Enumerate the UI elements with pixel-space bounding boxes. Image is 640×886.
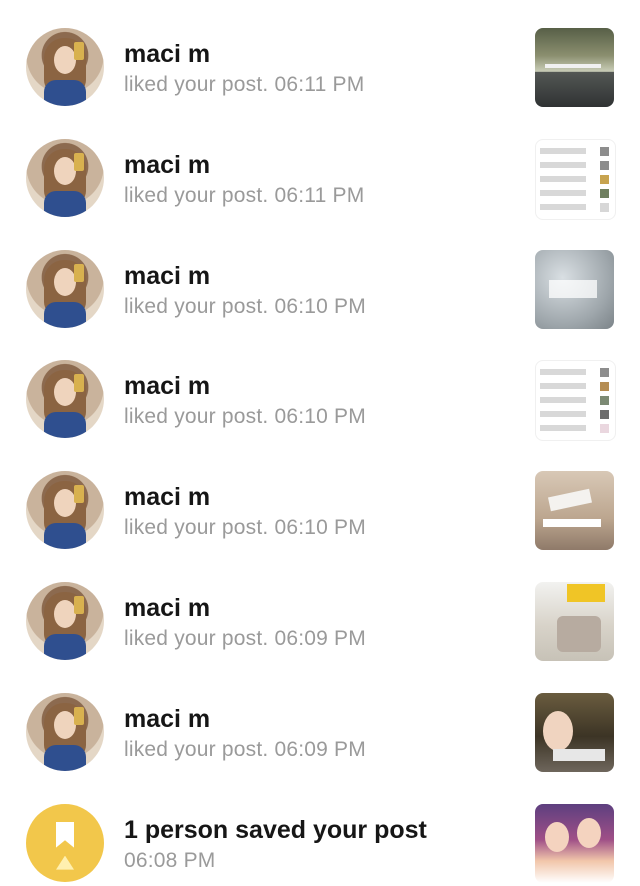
notification-row[interactable]: maci m liked your post. 06:10 PM bbox=[0, 443, 640, 554]
notification-text: liked your post. 06:11 PM bbox=[124, 73, 365, 96]
avatar[interactable] bbox=[26, 28, 104, 106]
user-name: maci m bbox=[124, 261, 211, 290]
notification-text: liked your post. 06:10 PM bbox=[124, 405, 366, 429]
notification-text: liked your post. 06:09 PM bbox=[124, 626, 366, 650]
user-name: maci m bbox=[124, 150, 211, 179]
post-thumbnail[interactable] bbox=[535, 803, 614, 883]
avatar[interactable] bbox=[26, 138, 104, 217]
notification-row[interactable]: maci m liked your post. 06:11 PM bbox=[0, 111, 640, 222]
notification-row[interactable]: maci m liked your post. 06:09 PM bbox=[0, 665, 640, 776]
post-thumbnail[interactable] bbox=[535, 249, 614, 329]
avatar[interactable] bbox=[26, 692, 104, 771]
notification-time: 06:08 PM bbox=[124, 848, 216, 872]
saved-title: 1 person saved your post bbox=[124, 815, 427, 844]
avatar[interactable] bbox=[26, 249, 104, 328]
notification-text: liked your post. 06:11 PM bbox=[124, 183, 365, 207]
user-name: maci m bbox=[124, 483, 211, 512]
notification-row[interactable]: maci m liked your post. 06:09 PM bbox=[0, 554, 640, 665]
notification-row[interactable]: 1 person saved your post 06:08 PM bbox=[0, 776, 640, 886]
notification-text: liked your post. 06:09 PM bbox=[124, 737, 366, 761]
user-name: maci m bbox=[124, 704, 211, 733]
avatar[interactable] bbox=[26, 360, 104, 439]
avatar[interactable] bbox=[26, 471, 104, 550]
notification-row[interactable]: maci m liked your post. 06:11 PM bbox=[0, 0, 640, 111]
notification-row[interactable]: maci m liked your post. 06:10 PM bbox=[0, 332, 640, 443]
notification-text: liked your post. 06:10 PM bbox=[124, 516, 366, 540]
bookmark-icon bbox=[26, 803, 104, 882]
post-thumbnail[interactable] bbox=[535, 360, 616, 442]
post-thumbnail[interactable] bbox=[535, 138, 616, 220]
notification-text: liked your post. 06:10 PM bbox=[124, 294, 366, 318]
avatar[interactable] bbox=[26, 581, 104, 660]
user-name: maci m bbox=[124, 372, 211, 401]
notification-row[interactable]: maci m liked your post. 06:10 PM bbox=[0, 222, 640, 333]
post-thumbnail[interactable] bbox=[535, 692, 614, 772]
post-thumbnail[interactable] bbox=[535, 471, 614, 551]
post-thumbnail[interactable] bbox=[535, 28, 614, 107]
notification-list: maci m liked your post. 06:11 PM maci m … bbox=[0, 0, 640, 886]
post-thumbnail[interactable] bbox=[535, 581, 614, 661]
user-name: maci m bbox=[124, 593, 211, 622]
user-name: maci m bbox=[124, 40, 211, 68]
